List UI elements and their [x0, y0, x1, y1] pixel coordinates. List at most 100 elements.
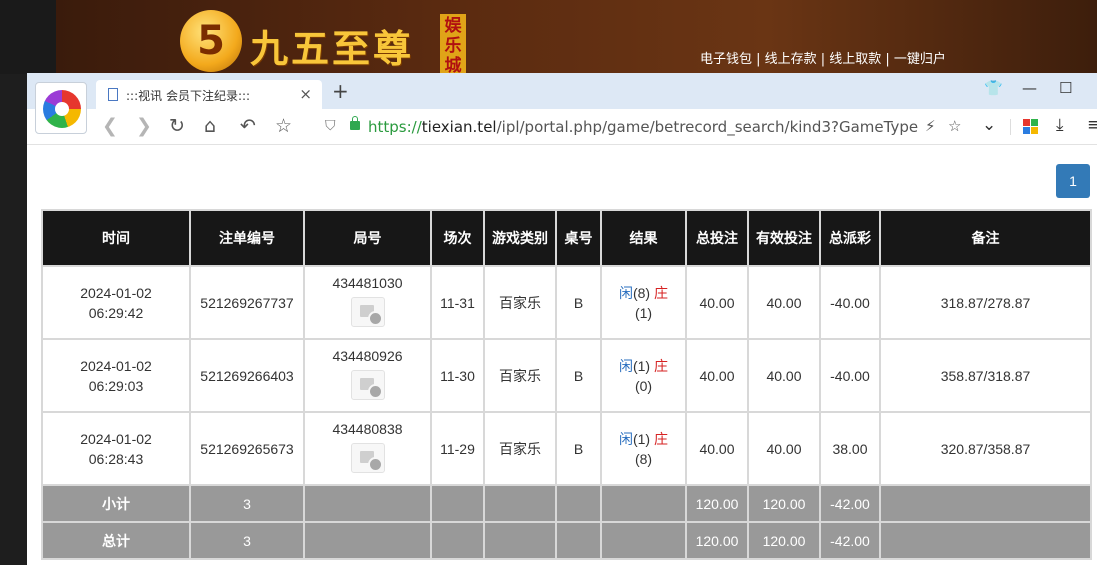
- header-total-bet: 总投注: [685, 209, 749, 267]
- minimize-button[interactable]: —: [1022, 79, 1037, 97]
- cell-time: 2024-01-02 06:28:43: [41, 411, 191, 486]
- reload-button[interactable]: ↻: [169, 115, 185, 137]
- maximize-button[interactable]: ☐: [1059, 79, 1072, 97]
- apps-icon[interactable]: [1023, 119, 1038, 134]
- forward-button[interactable]: ❯: [136, 115, 152, 137]
- cell-clock: 06:29:42: [88, 304, 144, 321]
- site-logo-tag: 娱乐城: [440, 14, 466, 76]
- empty-cell: [600, 521, 687, 560]
- favorite-button[interactable]: ☆: [275, 115, 292, 137]
- cell-total-payout: -40.00: [819, 265, 881, 340]
- pagination-page-1[interactable]: 1: [1056, 164, 1090, 198]
- site-nav-links[interactable]: 电子钱包 | 线上存款 | 线上取款 | 一键归户: [700, 48, 946, 67]
- url-text[interactable]: https://tiexian.tel/ipl/portal.php/game/…: [368, 118, 918, 136]
- table-row: 2024-01-02 06:29:42 521269267737 43448103…: [41, 265, 1092, 340]
- empty-cell: [483, 521, 557, 560]
- menu-icon[interactable]: ≡: [1087, 115, 1097, 135]
- header-order-id: 注单编号: [189, 209, 305, 267]
- cell-result: 闲(1) 庄 (8): [600, 411, 687, 486]
- url-host: tiexian.tel: [421, 118, 497, 136]
- subtotal-bet: 120.00: [685, 484, 749, 523]
- cell-round-id: 434480926: [303, 338, 432, 413]
- cell-order-id: 521269266403: [189, 338, 305, 413]
- empty-cell: [879, 521, 1092, 560]
- cell-total-bet: 40.00: [685, 338, 749, 413]
- page-content: 1 时间 注单编号 局号 场次 游戏类别 桌号 结果 总投注 有效投注 总派彩 …: [27, 145, 1097, 565]
- round-number: 434480926: [332, 348, 403, 364]
- header-valid-bet: 有效投注: [747, 209, 821, 267]
- result-banker: 庄: [654, 357, 668, 374]
- header-total-payout: 总派彩: [819, 209, 881, 267]
- browser-logo[interactable]: [35, 82, 87, 134]
- video-replay-icon[interactable]: [350, 370, 385, 400]
- cell-order-id: 521269265673: [189, 411, 305, 486]
- empty-cell: [303, 521, 432, 560]
- cell-valid-bet: 40.00: [747, 411, 821, 486]
- new-tab-button[interactable]: +: [332, 79, 349, 103]
- header-session: 场次: [430, 209, 485, 267]
- tab-strip: :::视讯 会员下注纪录::: × + 👕 — ☐: [27, 73, 1097, 109]
- header-game-type: 游戏类别: [483, 209, 557, 267]
- toolbar-divider: [1010, 119, 1011, 135]
- result-player: 闲: [618, 430, 633, 447]
- result-banker: 庄: [654, 430, 668, 447]
- close-icon[interactable]: ×: [299, 85, 312, 103]
- bookmark-icon[interactable]: ☆: [948, 117, 961, 135]
- url-path: /ipl/portal.php/game/betrecord_search/ki…: [496, 118, 919, 136]
- cell-note: 318.87/278.87: [879, 265, 1092, 340]
- empty-cell: [303, 484, 432, 523]
- result-player: 闲: [618, 357, 633, 374]
- site-logo-icon: 5: [180, 10, 242, 72]
- cell-valid-bet: 40.00: [747, 265, 821, 340]
- cell-session: 11-31: [430, 265, 485, 340]
- result-player-score: (1): [632, 357, 651, 374]
- empty-cell: [430, 484, 485, 523]
- total-payout: -42.00: [819, 521, 881, 560]
- shirt-icon[interactable]: 👕: [984, 79, 1003, 97]
- cell-table-no: B: [555, 338, 602, 413]
- empty-cell: [879, 484, 1092, 523]
- cell-session: 11-30: [430, 338, 485, 413]
- result-player-score: (1): [632, 430, 651, 447]
- cell-note: 358.87/318.87: [879, 338, 1092, 413]
- address-bar[interactable]: ⛉ https://tiexian.tel/ipl/portal.php/gam…: [317, 112, 977, 142]
- header-table-no: 桌号: [555, 209, 602, 267]
- subtotal-count: 3: [189, 484, 305, 523]
- empty-cell: [555, 521, 602, 560]
- cell-game-type: 百家乐: [483, 338, 557, 413]
- cell-order-id: 521269267737: [189, 265, 305, 340]
- tab-title: :::视讯 会员下注纪录:::: [126, 89, 251, 103]
- cell-round-id: 434480838: [303, 411, 432, 486]
- chevron-down-icon[interactable]: ⌄: [982, 115, 996, 135]
- shield-icon[interactable]: ⛉: [325, 118, 336, 134]
- header-time: 时间: [41, 209, 191, 267]
- browser-logo-icon: [43, 90, 81, 128]
- cell-game-type: 百家乐: [483, 265, 557, 340]
- site-banner: 5 九五至尊 娱乐城 电子钱包 | 线上存款 | 线上取款 | 一键归户: [0, 0, 1097, 76]
- header-round-id: 局号: [303, 209, 432, 267]
- back-button[interactable]: ❮: [102, 115, 118, 137]
- cell-total-payout: 38.00: [819, 411, 881, 486]
- cell-total-bet: 40.00: [685, 265, 749, 340]
- undo-button[interactable]: ↶: [240, 115, 256, 137]
- cell-time: 2024-01-02 06:29:42: [41, 265, 191, 340]
- home-button[interactable]: ⌂: [204, 115, 216, 137]
- tab-active[interactable]: :::视讯 会员下注纪录::: ×: [96, 80, 322, 109]
- bolt-icon[interactable]: ⚡: [925, 117, 936, 135]
- cell-result: 闲(8) 庄 (1): [600, 265, 687, 340]
- total-bet: 120.00: [685, 521, 749, 560]
- cell-game-type: 百家乐: [483, 411, 557, 486]
- cell-total-bet: 40.00: [685, 411, 749, 486]
- empty-cell: [555, 484, 602, 523]
- cell-table-no: B: [555, 411, 602, 486]
- subtotal-label: 小计: [41, 484, 191, 523]
- subtotal-valid-bet: 120.00: [747, 484, 821, 523]
- total-count: 3: [189, 521, 305, 560]
- result-banker-score: (8): [634, 450, 653, 467]
- download-icon[interactable]: ⤓: [1056, 115, 1064, 135]
- round-number: 434480838: [332, 421, 403, 437]
- video-replay-icon[interactable]: [350, 443, 385, 473]
- result-player-score: (8): [632, 284, 651, 301]
- video-replay-icon[interactable]: [350, 297, 385, 327]
- cell-valid-bet: 40.00: [747, 338, 821, 413]
